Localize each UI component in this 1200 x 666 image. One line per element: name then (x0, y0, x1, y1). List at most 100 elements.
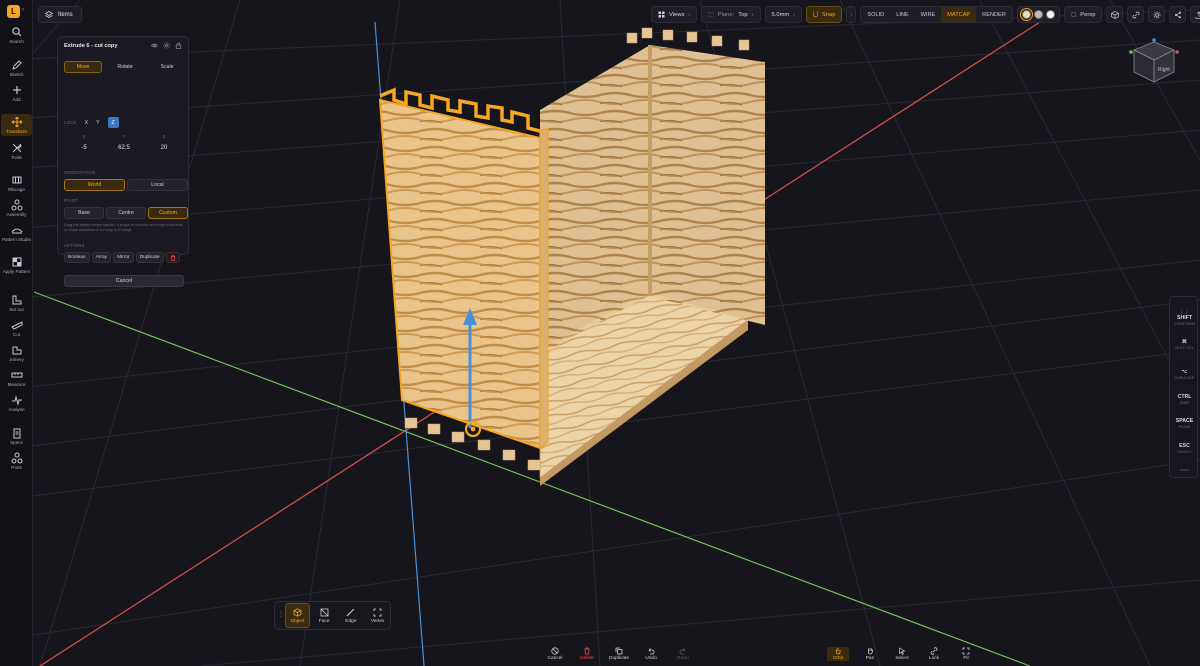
clipboard-icon (13, 428, 20, 439)
boolean-button[interactable]: Boolean (64, 252, 90, 263)
navigation-tools-bar: Orbit Pan Select Lock Fit (827, 647, 977, 666)
redo-action-button[interactable]: Redo (672, 647, 694, 661)
rail-item-tools[interactable]: Tools (1, 142, 32, 160)
duplicate-action-button[interactable]: Duplicate (608, 647, 630, 661)
tab-rotate[interactable]: Rotate (104, 61, 146, 73)
rail-item-pattern-studio[interactable]: Pattern Studio (1, 224, 32, 242)
settings-button[interactable] (1148, 6, 1166, 23)
cancel-action-button[interactable]: Cancel (544, 647, 566, 661)
plane-selector[interactable]: ⬚ Plane: Top › (701, 6, 761, 23)
rail-item-search[interactable]: Search (1, 26, 32, 44)
rail-item-specs[interactable]: Specs (1, 427, 32, 445)
checker-icon (12, 257, 21, 267)
y-field-value[interactable]: 62.5 (104, 145, 144, 151)
fit-tool-button[interactable]: Fit (955, 647, 977, 661)
y-field[interactable]: Y 62.5 (104, 134, 144, 151)
rail-item-set-out[interactable]: Set out (1, 294, 32, 312)
x-field-label: X (82, 134, 86, 139)
rail-item-transform[interactable]: Transform (1, 114, 32, 136)
cube-icon (1111, 10, 1119, 19)
x-field[interactable]: X -5 (64, 134, 104, 151)
export-button[interactable] (1190, 6, 1200, 23)
cube-view-button[interactable] (1106, 6, 1124, 23)
app-menu-caret-icon[interactable]: › (22, 7, 24, 13)
z-field[interactable]: Z 20 (144, 134, 184, 151)
snap-options-button[interactable]: › (846, 6, 857, 23)
snap-toggle[interactable]: ⋃ Snap (806, 6, 843, 23)
grid-size-selector[interactable]: 5.0mm › (764, 6, 803, 23)
select-mode-edge[interactable]: Edge (339, 603, 364, 628)
eye-icon[interactable] (151, 42, 158, 49)
mode-matcap[interactable]: MATCAP (941, 7, 977, 22)
mirror-button[interactable]: Mirror (113, 252, 134, 263)
mode-wire[interactable]: WIRE (915, 7, 942, 22)
orientation-local[interactable]: Local (127, 179, 188, 191)
hand-icon (868, 648, 873, 655)
matcap-swatch-white[interactable] (1045, 10, 1055, 19)
pan-tool-button[interactable]: Pan (859, 647, 881, 661)
rail-item-joinery[interactable]: Joinery (1, 344, 32, 362)
delete-button[interactable] (165, 252, 180, 263)
parts-icon (11, 452, 22, 464)
lock-y-toggle[interactable]: Y (96, 120, 99, 126)
matcap-swatch-warm[interactable] (1019, 8, 1033, 21)
rail-item-analyse[interactable]: Analyse (1, 394, 32, 412)
bottom-action-label: Redo (677, 656, 689, 661)
tab-move[interactable]: Move (64, 61, 102, 73)
lock-icon[interactable] (175, 42, 182, 49)
navigation-cube[interactable]: Right (1128, 38, 1182, 88)
select-tool-button[interactable]: Select (891, 647, 913, 661)
gear-icon (1153, 11, 1161, 18)
shortcut-key: ESC (1179, 443, 1190, 449)
share-button[interactable] (1169, 6, 1187, 23)
pivot-toggle: Base Centre Custom (64, 207, 188, 219)
rail-item-label: Pattern Studio (1, 237, 32, 242)
chevron-down-icon: › (688, 11, 691, 18)
shortcut-more-button[interactable]: more (1170, 467, 1199, 472)
app-logo[interactable]: L (7, 5, 20, 18)
y-field-label: Y (122, 134, 126, 139)
pivot-custom[interactable]: Custom (148, 207, 188, 219)
x-field-value[interactable]: -5 (64, 145, 104, 151)
link-button[interactable] (1127, 6, 1145, 23)
z-field-value[interactable]: 20 (144, 145, 184, 151)
views-button[interactable]: Views › (651, 6, 698, 23)
select-mode-label: Edge (345, 618, 357, 624)
shortcut-alt: ⌥ DUPLICATE (1170, 369, 1199, 380)
delete-action-button[interactable]: Delete (576, 647, 598, 661)
gear-icon[interactable] (163, 42, 170, 49)
rail-item-ribcage[interactable]: Ribcage (1, 174, 32, 192)
tab-scale[interactable]: Scale (148, 61, 186, 73)
lock-tool-button[interactable]: Lock (923, 647, 945, 661)
orientation-world[interactable]: World (64, 179, 125, 191)
matcap-swatch-grey[interactable] (1033, 10, 1043, 19)
wood-box-model[interactable] (378, 27, 765, 486)
rail-item-assembly[interactable]: Assembly (1, 199, 32, 217)
orbit-tool-button[interactable]: Orbit (827, 647, 849, 661)
array-button[interactable]: Array (91, 252, 112, 263)
items-button[interactable]: Items (38, 6, 82, 23)
duplicate-button[interactable]: Duplicate (135, 252, 164, 263)
rail-item-measure[interactable]: Measure (1, 369, 32, 387)
panel-cancel-button[interactable]: Cancel (64, 275, 184, 287)
pivot-centre[interactable]: Centre (106, 207, 146, 219)
mode-line[interactable]: LINE (890, 7, 914, 22)
drag-grip-icon[interactable]: ⋮ (278, 611, 284, 618)
select-mode-face[interactable]: Face (312, 603, 337, 628)
mode-solid[interactable]: SOLID (861, 7, 890, 22)
select-mode-object[interactable]: Object (285, 603, 310, 628)
select-mode-vertex[interactable]: Vertex (365, 603, 390, 628)
rail-item-sketch[interactable]: Sketch (1, 59, 32, 77)
undo-action-button[interactable]: Undo (640, 647, 662, 661)
pivot-base[interactable]: Base (64, 207, 104, 219)
mode-render[interactable]: RENDER (976, 7, 1012, 22)
selection-mode-toolbar: ⋮ Object Face Edge Vertex (274, 601, 391, 630)
rail-item-cut[interactable]: Cut (1, 319, 32, 337)
rail-item-apply-pattern[interactable]: Apply Pattern (1, 256, 32, 274)
perspective-toggle[interactable]: ▢ Persp (1063, 6, 1103, 23)
lock-x-toggle[interactable]: X (85, 120, 88, 126)
shortcut-desc: SNAP (1179, 401, 1190, 405)
rail-item-add[interactable]: Add (1, 84, 32, 102)
lock-z-toggle[interactable]: Z (107, 117, 119, 128)
rail-item-parts[interactable]: Parts (1, 452, 32, 470)
